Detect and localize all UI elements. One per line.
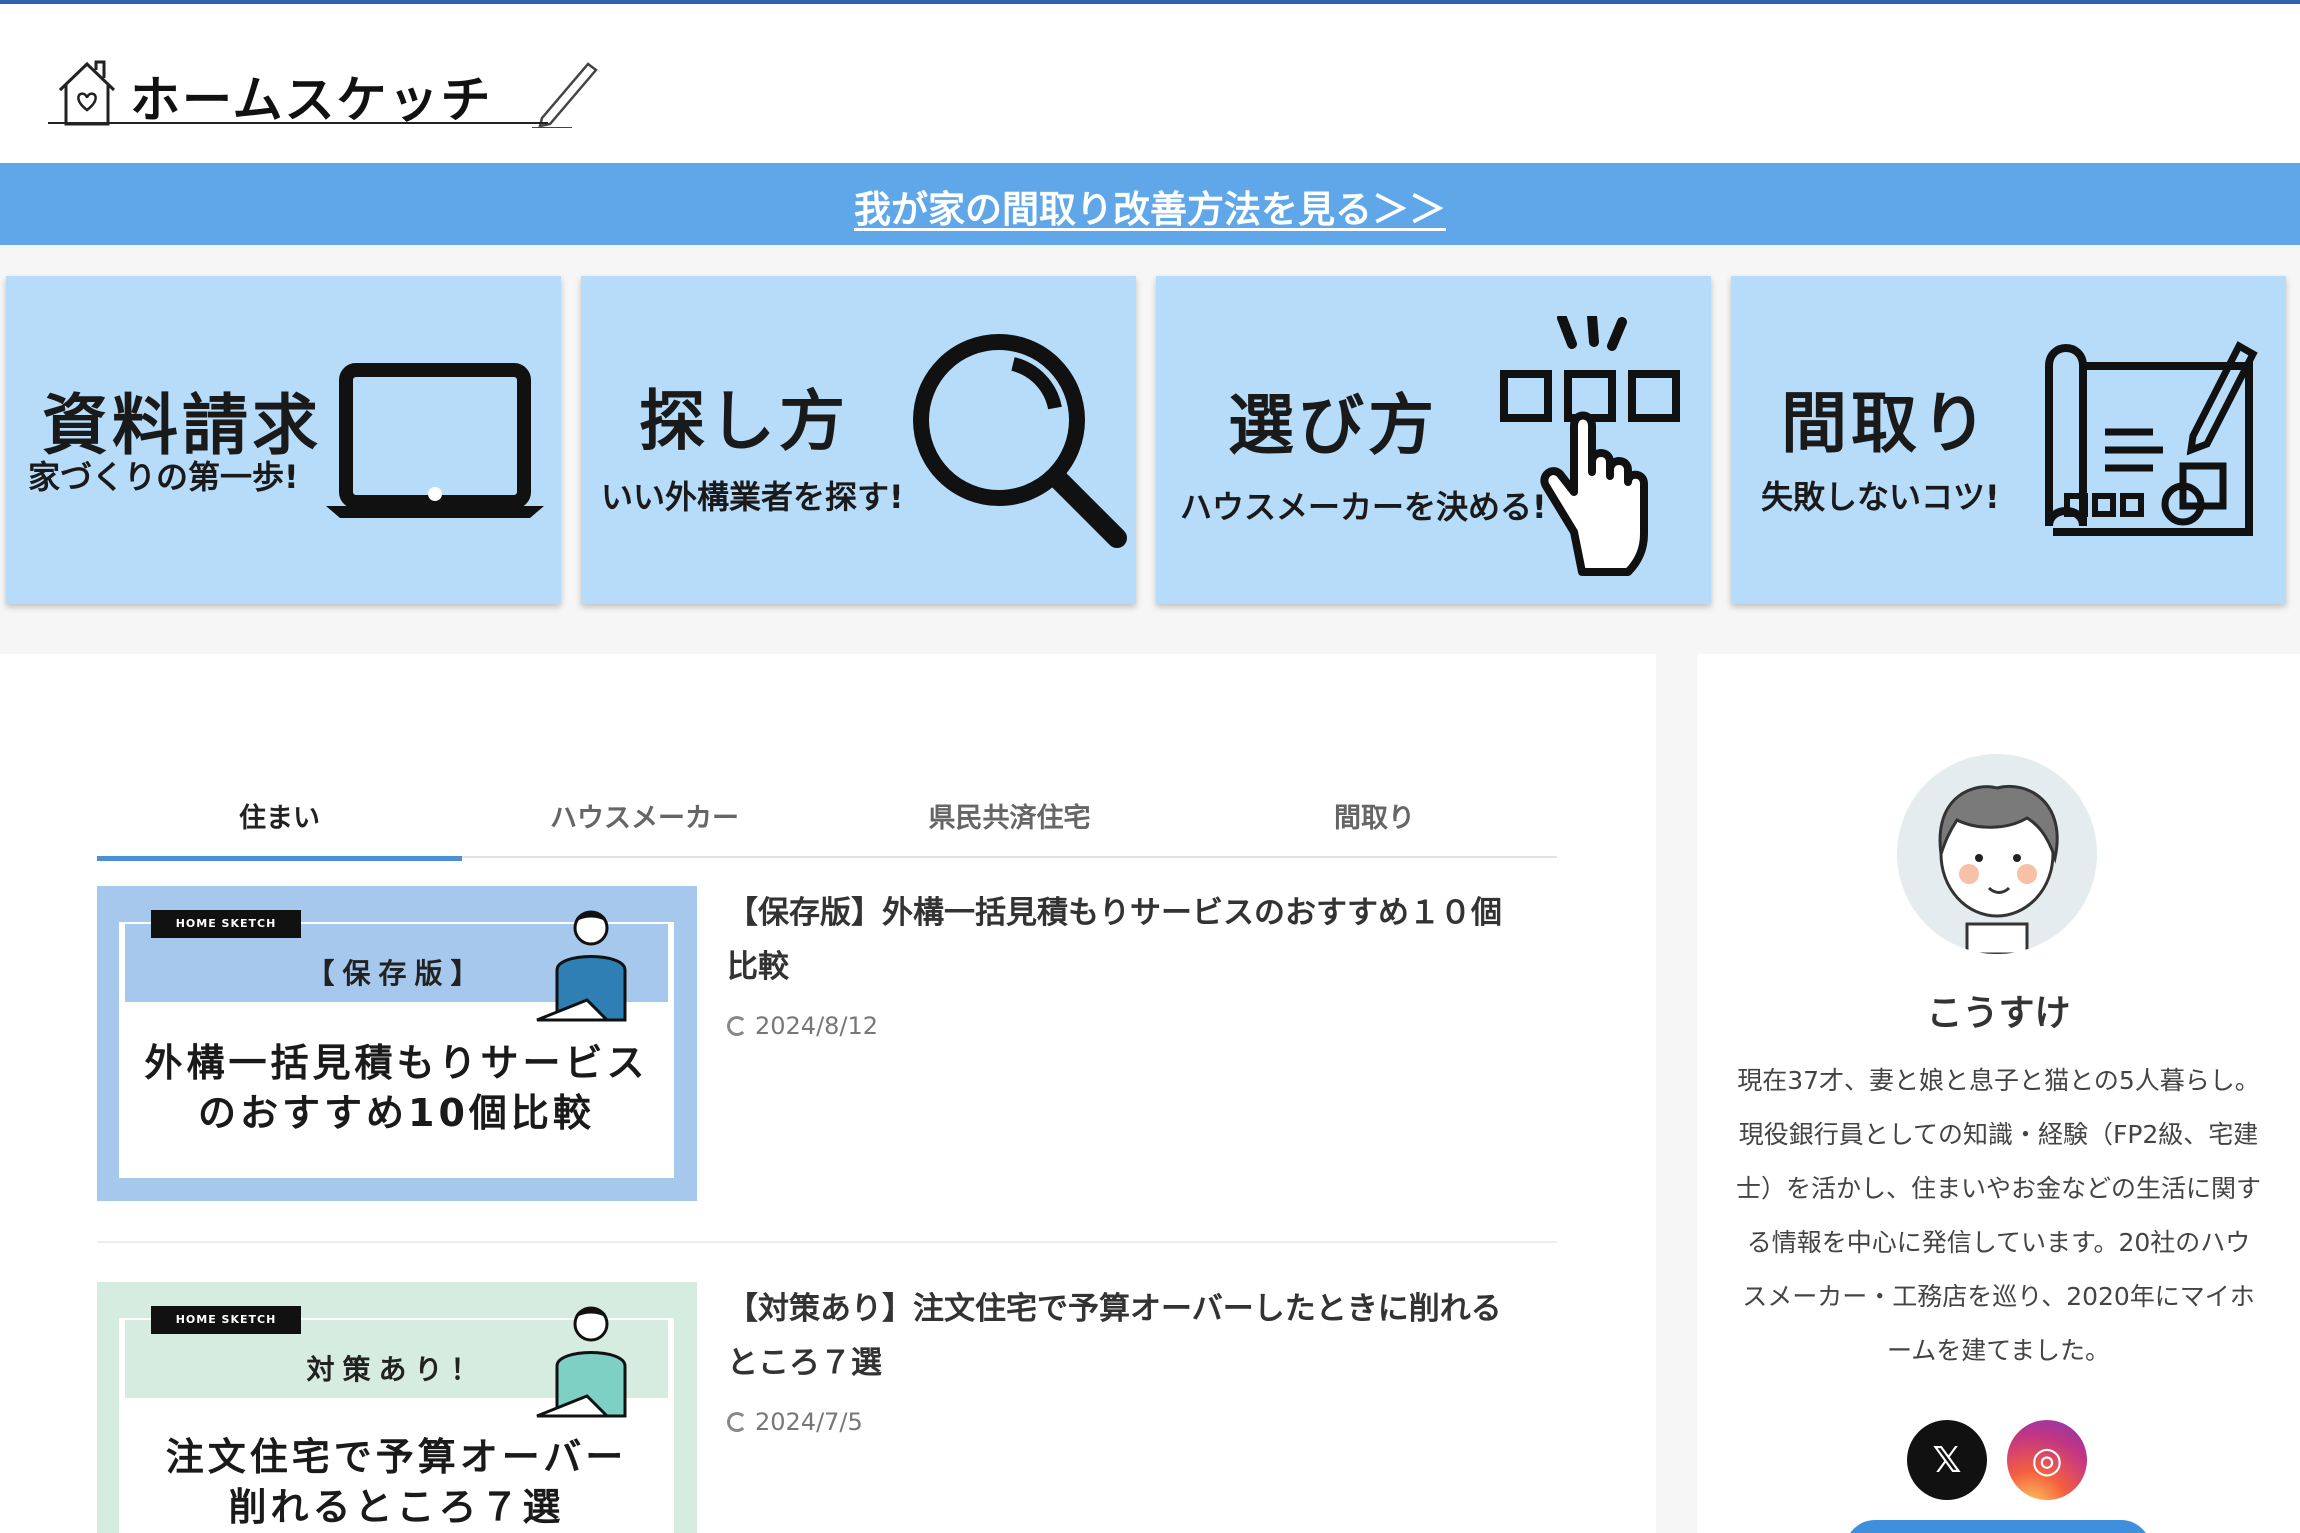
person-writing-illustration [536,910,627,1022]
card-subtitle: 失敗しないコツ! [1761,478,2000,516]
thumbnail-title-line2: 削れるところ７選 [228,1485,565,1529]
card-subtitle: 家づくりの第一歩! [28,458,299,496]
tab-sumai[interactable]: 住まい [97,714,462,861]
notice-bar: 我が家の間取り改善方法を見る＞＞ [0,163,2300,245]
pointer-hand-icon [1500,316,1680,576]
post-thumbnail[interactable]: HOME SKETCH 対策あり！ 注文住宅で予算オーバー 削れるところ７選 [97,1282,697,1533]
post-title[interactable]: 【保存版】外構一括見積もりサービスのおすすめ１０個比較 [727,886,1527,994]
tab-house-maker[interactable]: ハウスメーカー [462,714,827,858]
sidebar-profile: こうすけ 現在37才、妻と娘と息子と猫との5人暮らし。現役銀行員としての知識・経… [1697,654,2300,1533]
post-item[interactable]: HOME SKETCH 【保存版】 外構一括見積もりサービス のおすすめ10個比… [97,886,1557,1206]
post-date-text: 2024/8/12 [755,1012,879,1040]
update-icon [727,1016,747,1036]
magnifier-icon [913,334,1127,548]
x-icon[interactable]: 𝕏 [1907,1420,1987,1500]
post-date: 2024/8/12 [727,1012,878,1040]
thumbnail-title-line2: のおすすめ10個比較 [198,1091,595,1135]
avatar [1897,754,2097,954]
tab-madori[interactable]: 間取り [1192,714,1557,858]
card-subtitle: いい外構業者を探す! [601,478,904,516]
person-writing-illustration [536,1306,627,1418]
pencil-icon [532,62,598,128]
category-tabs: 住まい ハウスメーカー 県民共済住宅 間取り [97,714,1557,861]
post-date: 2024/7/5 [727,1408,863,1436]
instagram-icon[interactable]: ◎ [2007,1420,2087,1500]
site-logo[interactable]: ホームスケッチ [48,54,608,134]
post-date-text: 2024/7/5 [755,1408,863,1436]
avatar-illustration [1938,785,2059,954]
update-icon [727,1412,747,1432]
blueprint-icon [2045,341,2258,536]
card-title: 選び方 [1228,387,1438,464]
laptop-icon [326,363,544,518]
card-title: 探し方 [639,383,849,460]
thumbnail-title-line1: 外構一括見積もりサービス [144,1041,649,1085]
post-divider [97,1241,1557,1243]
follow-button[interactable] [1845,1520,2151,1533]
nav-card-document-request[interactable]: 資料請求 家づくりの第一歩! [6,276,561,604]
profile-name: こうすけ [1926,993,2071,1034]
notice-link[interactable]: 我が家の間取り改善方法を見る＞＞ [854,179,1446,233]
nav-card-floor-plan[interactable]: 間取り 失敗しないコツ! [1731,276,2286,604]
thumbnail-brand: HOME SKETCH [151,1306,301,1334]
profile-bio: 現在37才、妻と娘と息子と猫との5人暮らし。現役銀行員としての知識・経験（FP2… [1735,1066,2261,1365]
main-content: 住まい ハウスメーカー 県民共済住宅 間取り HOME SKETCH 【保存版】… [0,654,1656,1533]
card-title: 間取り [1781,385,1991,462]
nav-card-choose-builder[interactable]: 選び方 ハウスメーカーを決める! [1156,276,1711,604]
thumbnail-brand: HOME SKETCH [151,910,301,938]
site-header: ホームスケッチ [0,4,2300,163]
post-title[interactable]: 【対策あり】注文住宅で予算オーバーしたときに削れるところ７選 [727,1282,1527,1390]
post-thumbnail[interactable]: HOME SKETCH 【保存版】 外構一括見積もりサービス のおすすめ10個比… [97,886,697,1201]
card-subtitle: ハウスメーカーを決める! [1180,488,1547,526]
nav-card-find-contractor[interactable]: 探し方 いい外構業者を探す! [581,276,1136,604]
logo-underline [48,122,548,124]
thumbnail-title-line1: 注文住宅で予算オーバー [165,1435,628,1479]
tab-kenmin-kyosai[interactable]: 県民共済住宅 [827,714,1192,858]
house-heart-icon [58,60,116,126]
post-item[interactable]: HOME SKETCH 対策あり！ 注文住宅で予算オーバー 削れるところ７選 【… [97,1282,1557,1533]
